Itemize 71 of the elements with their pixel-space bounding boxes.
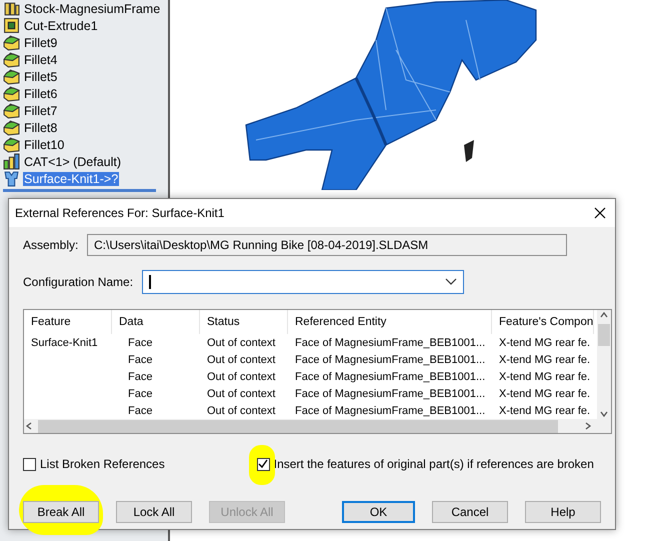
fillet-icon <box>3 119 20 136</box>
tree-item[interactable]: Fillet9 <box>23 36 58 50</box>
dialog-button[interactable]: Help <box>525 501 601 523</box>
tree-item[interactable]: Fillet5 <box>23 70 58 84</box>
tree-item[interactable]: Cut-Extrude1 <box>23 18 99 32</box>
assembly-label: Assembly: <box>23 238 80 252</box>
scroll-right-icon[interactable] <box>583 421 593 431</box>
assembly-path-field[interactable]: C:\Users\itai\Desktop\MG Running Bike [08-04-2019].SLDASM <box>87 234 567 256</box>
fillet-icon <box>3 34 20 51</box>
horizontal-scrollbar[interactable] <box>24 419 611 433</box>
tree-item[interactable]: CAT<1> (Default) <box>23 154 122 168</box>
checkbox[interactable] <box>23 458 36 470</box>
column-header[interactable]: Feature <box>24 310 112 334</box>
scroll-up-icon[interactable] <box>599 310 609 320</box>
checkbox-label[interactable]: List Broken References <box>40 457 165 471</box>
tree-item[interactable]: Stock-MagnesiumFrame <box>23 2 162 16</box>
table-cell: Face <box>128 336 152 348</box>
part-stack-icon <box>3 0 20 17</box>
table-cell: Face <box>128 388 152 400</box>
table-cell: Out of context <box>207 370 276 382</box>
tree-item[interactable]: Fillet7 <box>23 104 58 118</box>
dialog-button[interactable]: Lock All <box>116 501 192 523</box>
table-cell: Face of MagnesiumFrame_BEB1001... <box>295 336 486 348</box>
table-cell: Out of context <box>207 388 276 400</box>
scrollbar-thumb[interactable] <box>38 420 558 432</box>
fillet-icon <box>3 68 20 85</box>
column-header[interactable]: Status <box>200 310 288 334</box>
table-cell: Face of MagnesiumFrame_BEB1001... <box>295 370 486 382</box>
checkbox-label[interactable]: Insert the features of original part(s) if references are broken <box>274 457 594 471</box>
tree-item[interactable]: Fillet6 <box>23 86 58 100</box>
table-cell: Out of context <box>207 354 276 366</box>
fillet-icon <box>3 85 20 102</box>
column-header[interactable]: Feature's Compon <box>492 310 594 334</box>
vertical-scrollbar[interactable] <box>597 310 611 419</box>
table-cell: X-tend MG rear fe. <box>499 354 590 366</box>
table-cell: X-tend MG rear fe. <box>499 388 590 400</box>
assembly-icon <box>3 153 20 170</box>
table-cell: Face <box>128 404 152 416</box>
close-icon <box>594 207 606 219</box>
configuration-name-label: Configuration Name: <box>23 275 134 289</box>
table-cell: Face <box>128 354 152 366</box>
column-header[interactable]: Referenced Entity <box>288 310 492 334</box>
chevron-down-icon <box>445 278 457 286</box>
scroll-down-icon[interactable] <box>599 409 609 419</box>
table-cell: X-tend MG rear fe. <box>499 336 590 348</box>
table-cell: X-tend MG rear fe. <box>499 370 590 382</box>
table-cell: Face of MagnesiumFrame_BEB1001... <box>295 388 486 400</box>
fillet-icon <box>3 102 20 119</box>
dialog-button[interactable]: Cancel <box>432 501 508 523</box>
table-cell: Face <box>128 370 152 382</box>
table-cell: Out of context <box>207 404 276 416</box>
table-cell: Face of MagnesiumFrame_BEB1001... <box>295 404 486 416</box>
cut-extrude-icon <box>3 17 20 34</box>
scrollbar-thumb[interactable] <box>598 324 610 346</box>
dialog-button[interactable]: OK <box>342 501 415 523</box>
tree-item[interactable]: Fillet4 <box>23 52 58 66</box>
surface-knit-icon <box>3 170 20 187</box>
table-cell: Out of context <box>207 336 276 348</box>
table-cell: Face of MagnesiumFrame_BEB1001... <box>295 354 486 366</box>
column-header[interactable]: Data <box>112 310 200 334</box>
dialog-title: External References For: Surface-Knit1 <box>15 206 224 220</box>
tree-item[interactable]: Surface-Knit1->? <box>23 172 120 186</box>
tree-item[interactable]: Fillet8 <box>23 120 58 134</box>
tree-item[interactable]: Fillet10 <box>23 138 66 152</box>
fillet-icon <box>3 51 20 68</box>
table-cell: Surface-Knit1 <box>31 336 98 348</box>
configuration-name-dropdown[interactable] <box>142 270 464 294</box>
scroll-left-icon[interactable] <box>24 421 34 431</box>
fillet-icon <box>3 136 20 153</box>
dialog-button[interactable]: Break All <box>23 501 99 523</box>
table-cell: X-tend MG rear fe. <box>499 404 590 416</box>
